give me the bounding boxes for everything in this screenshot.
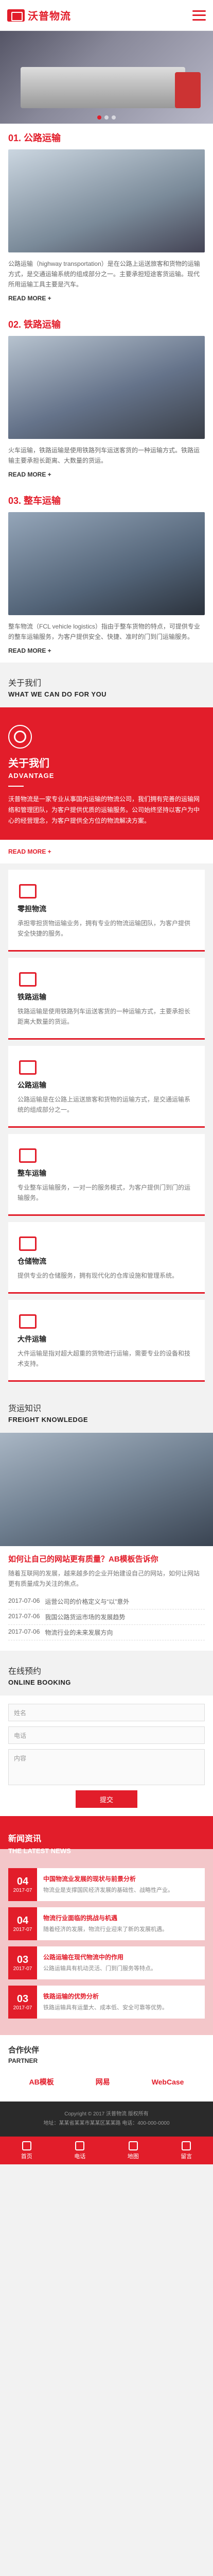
section-desc: 火车运输，铁路运输是使用铁路列车运送客货的一种运输方式。铁路运输主要承担长距离、… — [8, 447, 200, 464]
about-block-title: 关于我们 — [8, 679, 42, 688]
news-title: 新闻资讯 — [8, 1835, 42, 1843]
service-text: 专业整车运输服务，一对一的服务模式，为客户提供门到门的运输服务。 — [17, 1184, 191, 1201]
news-item[interactable]: 04 2017-07 物流行业面临的挑战与机遇 随着经济的发展，物流行业迎来了新的发展… — [8, 1907, 205, 1940]
submit-button[interactable]: 提交 — [76, 1790, 137, 1808]
section-image[interactable] — [8, 149, 205, 252]
service-title: 零担物流 — [17, 905, 46, 913]
service-card[interactable]: 仓储物流提供专业的仓储服务，拥有现代化的仓库设施和管理系统。 — [8, 1222, 205, 1294]
car-icon — [17, 1145, 37, 1163]
menu-icon[interactable] — [192, 10, 206, 21]
about-panel: 关于我们 ADVANTAGE 沃普物流是一家专业从事国内运输的物流公司，我们拥有… — [0, 707, 213, 840]
footer-address: 地址：某某省某某市某某区某某路 电话：400-000-0000 — [43, 2121, 170, 2126]
logo-text: 沃普物流 — [28, 11, 71, 22]
about-heading-en: ADVANTAGE — [8, 772, 55, 779]
hero-banner[interactable] — [0, 31, 213, 124]
train-icon — [17, 969, 37, 987]
service-text: 大件运输是指对超大超重的货物进行运输，需要专业的设备和技术支持。 — [17, 1350, 191, 1367]
section-title: 01. 公路运输 — [8, 133, 61, 143]
road-icon — [17, 1057, 37, 1075]
header: 沃普物流 — [0, 0, 213, 31]
service-card[interactable]: 整车运输专业整车运输服务，一对一的服务模式，为客户提供门到门的运输服务。 — [8, 1134, 205, 1216]
news-item[interactable]: 03 2017-07 公路运输在现代物流中的作用 公路运输具有机动灵活、门到门服务等特… — [8, 1946, 205, 1979]
news-item[interactable]: 04 2017-07 中国物流业发展的现状与前景分析 物流业是支撑国民经济发展的基础性… — [8, 1868, 205, 1901]
service-card[interactable]: 大件运输大件运输是指对超大超重的货物进行运输，需要专业的设备和技术支持。 — [8, 1300, 205, 1382]
partner-logo[interactable]: AB模板 — [29, 2077, 54, 2087]
service-section-3: 03. 整车运输 整车物流（FCL vehicle logistics）指由于整… — [0, 486, 213, 663]
tab-phone[interactable]: 电话 — [54, 2137, 107, 2164]
section-desc: 公路运输（highway transportation）是在公路上运送旅客和货物… — [8, 260, 200, 288]
partners-subtitle: PARTNER — [8, 2057, 38, 2064]
bottom-tabbar: 首页 电话 地图 留言 — [0, 2137, 213, 2164]
service-title: 铁路运输 — [17, 993, 46, 1001]
map-icon — [128, 2141, 138, 2150]
partner-logo[interactable]: 网易 — [96, 2077, 110, 2087]
section-image[interactable] — [8, 512, 205, 615]
news-section: 新闻资讯 THE LATEST NEWS 04 2017-07 中国物流业发展的现状… — [0, 1816, 213, 2035]
read-more-link[interactable]: READ MORE + — [8, 295, 51, 302]
booking-form: 姓名 电话 内容 提交 — [0, 1696, 213, 1816]
news-item[interactable]: 03 2017-07 铁路运输的优势分析 铁路运输具有运量大、成本低、安全可靠等优势。 — [8, 1986, 205, 2019]
service-card[interactable]: 零担物流承担零担货物运输业务，拥有专业的物流运输团队，为客户提供安全快捷的服务。 — [8, 870, 205, 952]
knowledge-block-subtitle: FREIGHT KNOWLEDGE — [8, 1416, 88, 1423]
service-text: 提供专业的仓储服务，拥有现代化的仓库设施和管理系统。 — [17, 1272, 179, 1279]
list-item[interactable]: 2017-07-06 物流行业的未来发展方向 — [8, 1625, 205, 1640]
service-section-1: 01. 公路运输 公路运输（highway transportation）是在公… — [0, 124, 213, 310]
about-heading: 关于我们 — [8, 758, 49, 769]
knowledge-desc: 随着互联网的发展，越来越多的企业开始建设自己的网站，如何让网站更有质量成为关注的… — [8, 1570, 200, 1587]
service-text: 承担零担货物运输业务，拥有专业的物流运输团队，为客户提供安全快捷的服务。 — [17, 920, 191, 937]
banner-truck-image — [21, 67, 185, 108]
read-more-link[interactable]: READ MORE + — [8, 647, 51, 654]
read-more-link[interactable]: READ MORE + — [8, 471, 51, 478]
section-image[interactable] — [8, 336, 205, 439]
service-section-2: 02. 铁路运输 火车运输，铁路运输是使用铁路列车运送客货的一种运输方式。铁路运… — [0, 310, 213, 486]
service-title: 大件运输 — [17, 1335, 46, 1343]
section-desc: 整车物流（FCL vehicle logistics）指由于整车货物的特点，可提… — [8, 623, 200, 640]
service-title: 公路运输 — [17, 1081, 46, 1089]
list-item[interactable]: 2017-07-06 运营公司的价格定义与“以”意外 — [8, 1594, 205, 1609]
service-card[interactable]: 铁路运输铁路运输是使用铁路列车运送客货的一种运输方式，主要承担长距离大数量的货运… — [8, 958, 205, 1040]
service-card[interactable]: 公路运输公路运输是在公路上运送旅客和货物的运输方式，是交通运输系统的组成部分之一… — [8, 1046, 205, 1128]
name-field[interactable]: 姓名 — [8, 1704, 205, 1721]
knowledge-block-title: 货运知识 — [8, 1404, 42, 1413]
service-title: 仓储物流 — [17, 1257, 46, 1265]
logo-icon — [7, 9, 25, 22]
section-title: 02. 铁路运输 — [8, 319, 61, 330]
footer-copyright: Copyright © 2017 沃普物流 版权所有 — [64, 2111, 149, 2117]
service-text: 铁路运输是使用铁路列车运送客货的一种运输方式，主要承担长距离大数量的货运。 — [17, 1008, 191, 1025]
banner-truck-cab — [175, 72, 201, 108]
box-icon — [17, 1233, 37, 1251]
footer: Copyright © 2017 沃普物流 版权所有 地址：某某省某某市某某区某… — [0, 2102, 213, 2137]
list-item[interactable]: 2017-07-06 我国公路货运市场的发展趋势 — [8, 1609, 205, 1625]
about-block-subtitle: WHAT WE CAN DO FOR YOU — [8, 690, 107, 698]
about-text: 沃普物流是一家专业从事国内运输的物流公司，我们拥有完善的运输网络和管理团队，为客… — [8, 795, 200, 824]
package-icon — [17, 1311, 37, 1329]
news-subtitle: THE LATEST NEWS — [8, 1847, 71, 1855]
service-text: 公路运输是在公路上运送旅客和货物的运输方式，是交通运输系统的组成部分之一。 — [17, 1096, 191, 1113]
banner-dots[interactable] — [0, 115, 213, 120]
booking-block-subtitle: ONLINE BOOKING — [8, 1679, 71, 1686]
tab-message[interactable]: 留言 — [160, 2137, 213, 2164]
section-title: 03. 整车运输 — [8, 496, 61, 506]
partners-section: 合作伙伴 PARTNER AB模板 网易 WebCase — [0, 2035, 213, 2102]
home-icon — [22, 2141, 31, 2150]
about-icon — [8, 725, 32, 749]
about-read-more-link[interactable]: READ MORE + — [8, 848, 51, 855]
tab-map[interactable]: 地图 — [106, 2137, 160, 2164]
phone-icon — [75, 2141, 85, 2150]
service-title: 整车运输 — [17, 1169, 46, 1177]
knowledge-headline[interactable]: 如何让自己的网站更有质量？AB模板告诉你 — [8, 1553, 205, 1564]
knowledge-image[interactable] — [0, 1433, 213, 1546]
booking-block-title: 在线预约 — [8, 1667, 42, 1676]
partners-title: 合作伙伴 — [8, 2046, 40, 2055]
truck-icon — [17, 881, 37, 899]
content-field[interactable]: 内容 — [8, 1749, 205, 1785]
divider — [8, 786, 24, 787]
tab-home[interactable]: 首页 — [0, 2137, 54, 2164]
logo[interactable]: 沃普物流 — [7, 8, 71, 23]
partner-logo[interactable]: WebCase — [152, 2078, 184, 2086]
knowledge-panel: 如何让自己的网站更有质量？AB模板告诉你 随着互联网的发展，越来越多的企业开始建… — [0, 1546, 213, 1651]
message-icon — [182, 2141, 191, 2150]
phone-field[interactable]: 电话 — [8, 1726, 205, 1744]
